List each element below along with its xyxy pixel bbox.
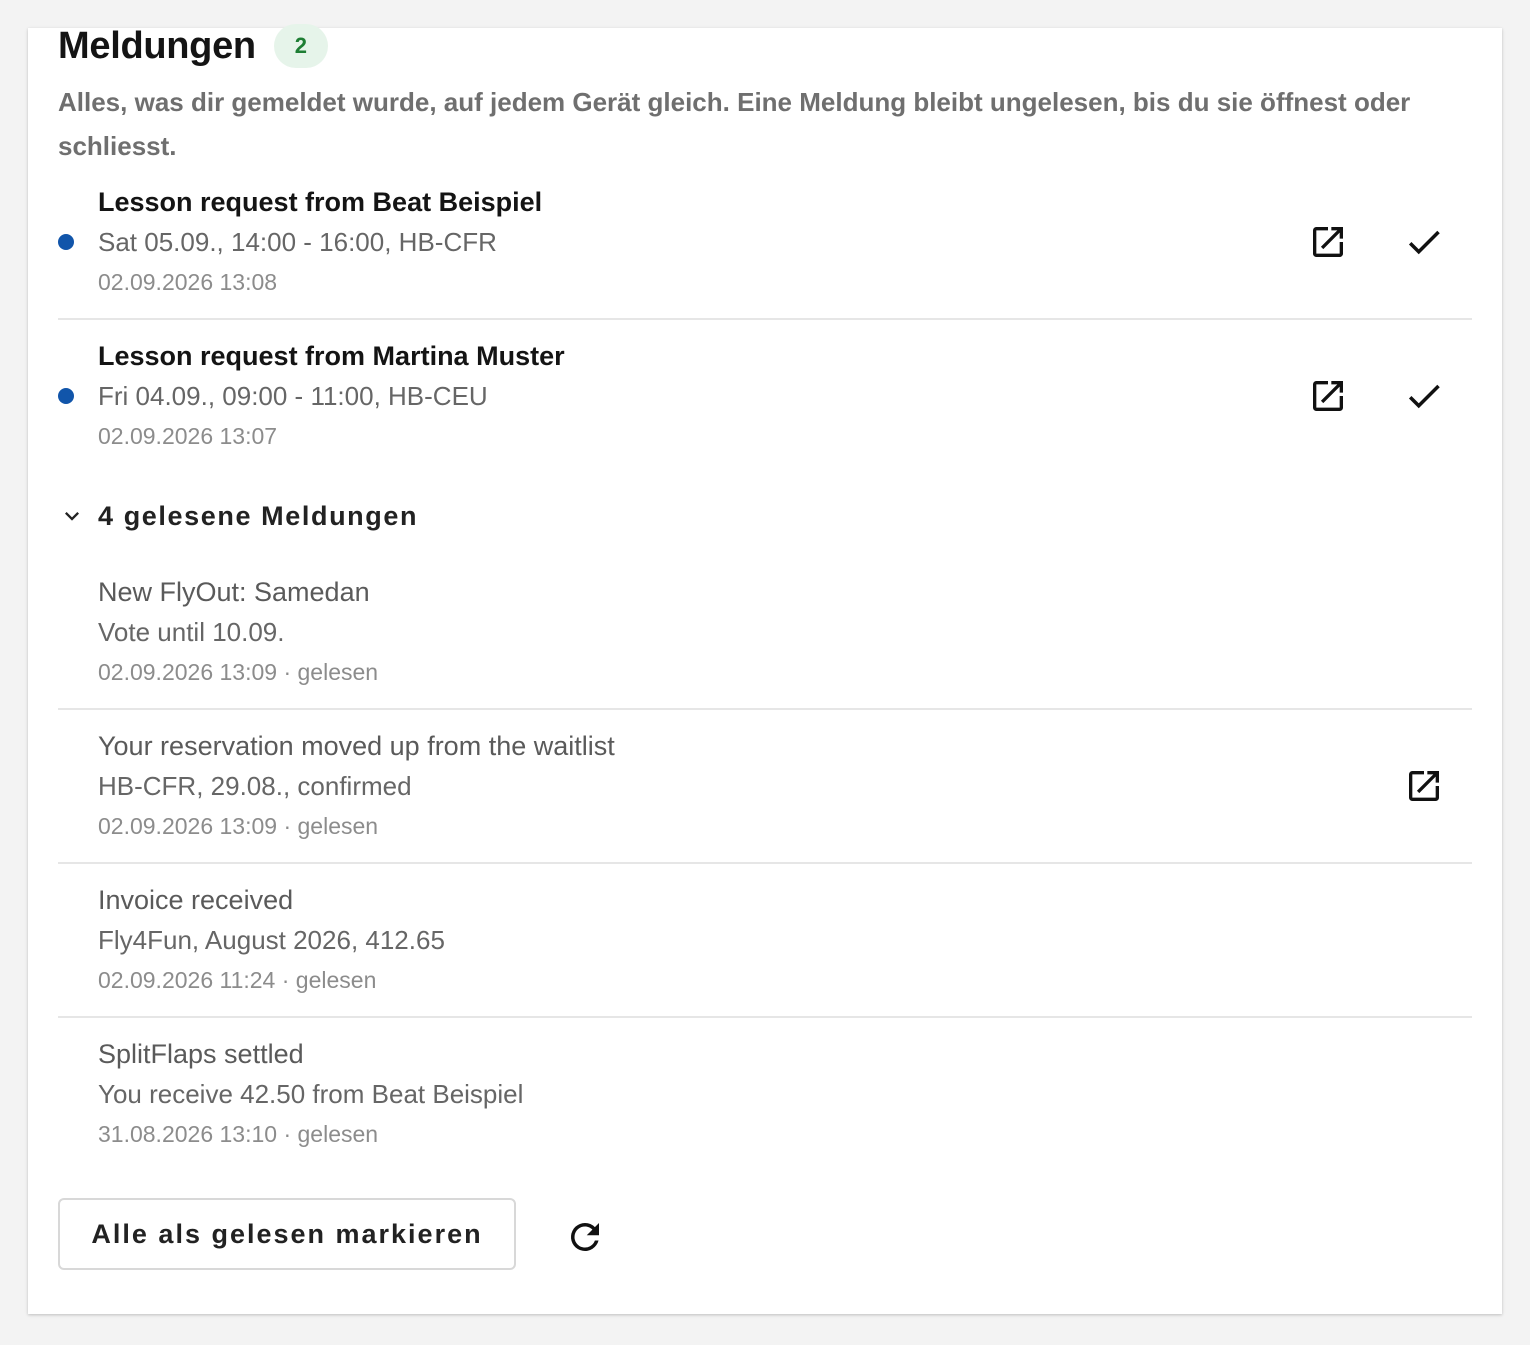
notification-title: Invoice received <box>98 885 294 915</box>
notification-subtitle: Vote until 10.09. <box>98 617 285 647</box>
unread-dot <box>58 234 74 250</box>
chevron-down-icon <box>65 512 79 521</box>
notification-text: New FlyOut: Samedan Vote until 10.09. 02… <box>98 572 378 692</box>
refresh-button[interactable] <box>558 1210 612 1264</box>
notifications-card: Meldungen 2 Alles, was dir gemeldet wurd… <box>28 24 1502 1314</box>
notification-text: Your reservation moved up from the waitl… <box>98 726 615 846</box>
notification-time: 02.09.2026 13:09 · gelesen <box>98 659 379 685</box>
open-in-new-icon <box>1409 771 1439 801</box>
notification-text: SplitFlaps settled You receive 42.50 fro… <box>98 1034 523 1154</box>
notification-text: Lesson request from Beat Beispiel Sat 05… <box>98 182 542 302</box>
read-notifications-label: 4 gelesene Meldungen <box>98 500 419 531</box>
read-notification-item[interactable]: SplitFlaps settled You receive 42.50 fro… <box>58 1034 1472 1172</box>
unread-notification-item[interactable]: Lesson request from Beat Beispiel Sat 05… <box>58 182 1472 320</box>
notification-subtitle: You receive 42.50 from Beat Beispiel <box>98 1079 524 1109</box>
notification-time: 02.09.2026 11:24 · gelesen <box>98 967 377 993</box>
open-in-new-icon <box>1313 227 1343 257</box>
mark-read-button[interactable] <box>1400 218 1448 266</box>
unread-dot <box>58 388 74 404</box>
unread-notification-item[interactable]: Lesson request from Martina Muster Fri 0… <box>58 336 1472 474</box>
mark-all-read-button[interactable]: Alle als gelesen markieren <box>58 1198 516 1270</box>
notification-time: 31.08.2026 13:10 · gelesen <box>98 1121 379 1147</box>
check-icon <box>1408 384 1440 409</box>
notification-title: New FlyOut: Samedan <box>98 577 370 607</box>
notification-title: Lesson request from Martina Muster <box>98 341 565 371</box>
notification-subtitle: Fly4Fun, August 2026, 412.65 <box>98 925 445 955</box>
notification-text: Lesson request from Martina Muster Fri 0… <box>98 336 565 456</box>
notification-subtitle: Sat 05.09., 14:00 - 16:00, HB-CFR <box>98 227 497 257</box>
check-icon <box>1408 230 1440 255</box>
open-notification-button[interactable] <box>1400 762 1448 810</box>
notification-title: Lesson request from Beat Beispiel <box>98 187 543 217</box>
notification-text: Invoice received Fly4Fun, August 2026, 4… <box>98 880 445 1000</box>
title-row: Meldungen 2 <box>58 24 328 68</box>
mark-read-button[interactable] <box>1400 372 1448 420</box>
read-notifications-toggle[interactable]: 4 gelesene Meldungen <box>58 494 418 538</box>
open-notification-button[interactable] <box>1304 218 1352 266</box>
notification-time: 02.09.2026 13:09 · gelesen <box>98 813 379 839</box>
open-notification-button[interactable] <box>1304 372 1352 420</box>
notification-subtitle: HB-CFR, 29.08., confirmed <box>98 771 412 801</box>
refresh-icon <box>570 1223 599 1251</box>
page-title: Meldungen <box>58 24 256 67</box>
notification-time: 02.09.2026 13:07 <box>98 423 278 449</box>
unread-count-badge: 2 <box>273 24 328 68</box>
page-description: Alles, was dir gemeldet wurde, auf jedem… <box>58 87 1411 161</box>
notification-title: SplitFlaps settled <box>98 1039 304 1069</box>
notification-title: Your reservation moved up from the waitl… <box>98 731 615 761</box>
notification-subtitle: Fri 04.09., 09:00 - 11:00, HB-CEU <box>98 381 488 411</box>
open-in-new-icon <box>1313 381 1343 411</box>
read-notification-item[interactable]: New FlyOut: Samedan Vote until 10.09. 02… <box>58 572 1472 710</box>
read-notification-item[interactable]: Invoice received Fly4Fun, August 2026, 4… <box>58 880 1472 1018</box>
notification-time: 02.09.2026 13:08 <box>98 269 278 295</box>
read-notification-item[interactable]: Your reservation moved up from the waitl… <box>58 726 1472 864</box>
